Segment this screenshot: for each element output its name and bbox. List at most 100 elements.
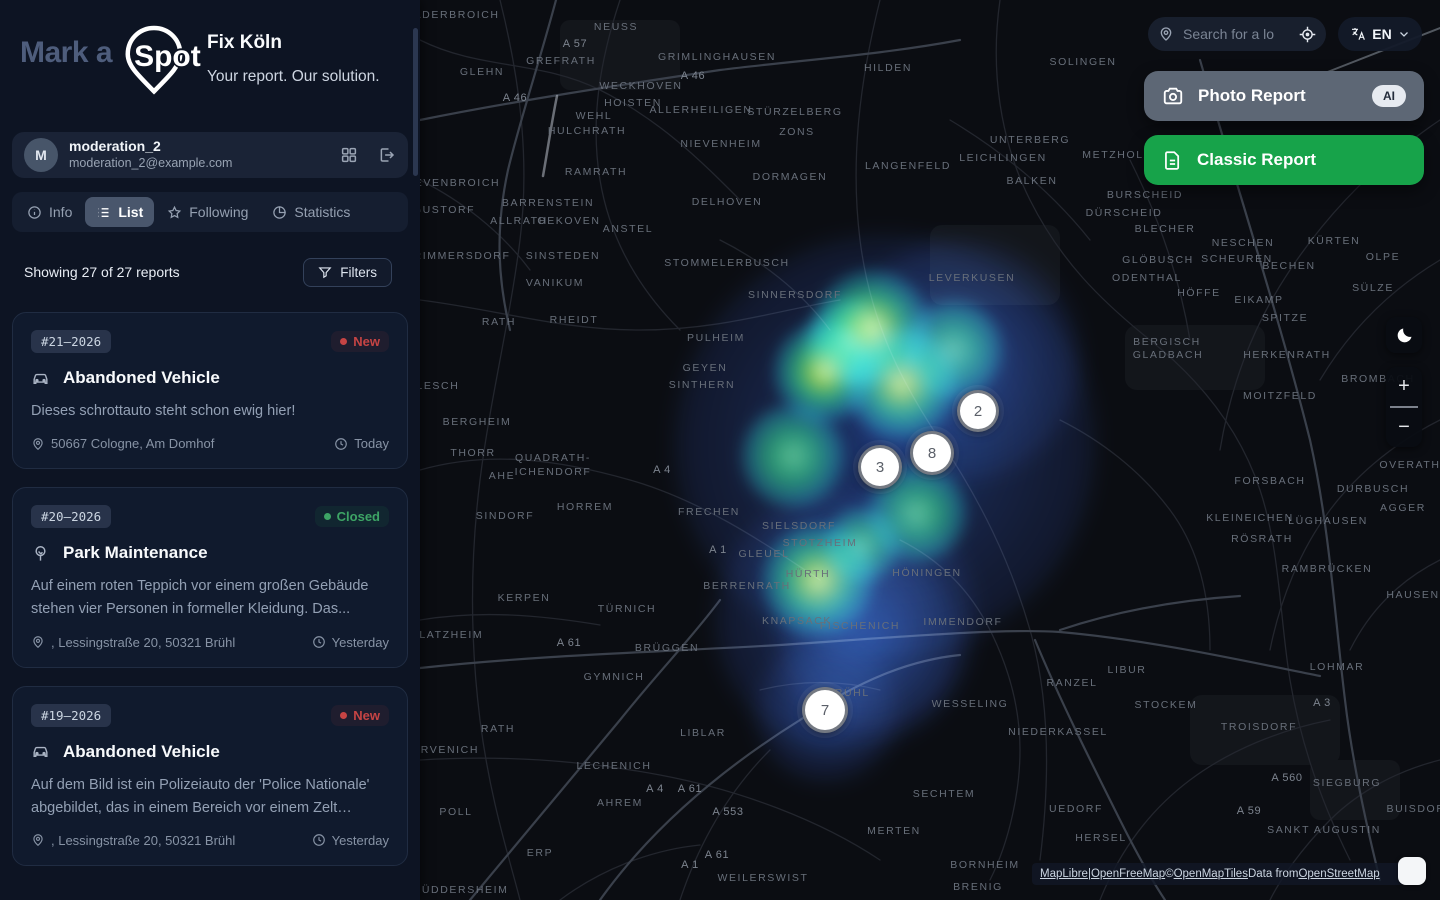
map-attribution: MapLibre | OpenFreeMap © OpenMapTiles Da…	[1032, 863, 1404, 885]
logo-text-mark-a: Mark a	[20, 36, 112, 70]
tab-list[interactable]: List	[85, 197, 154, 227]
classic-report-label: Classic Report	[1197, 150, 1316, 170]
list-icon	[96, 205, 111, 220]
status-label: New	[353, 334, 380, 349]
ai-badge: AI	[1372, 85, 1406, 107]
report-address: , Lessingstraße 20, 50321 Brühl	[51, 833, 235, 848]
location-search[interactable]	[1148, 17, 1326, 51]
clock-icon	[312, 635, 326, 649]
attribution-toggle-button[interactable]	[1398, 857, 1426, 885]
tab-list-label: List	[118, 204, 143, 220]
cluster-marker[interactable]: 3	[858, 445, 902, 489]
map-pin-icon	[1158, 26, 1174, 42]
locate-icon[interactable]	[1299, 26, 1316, 43]
status-badge: New	[331, 705, 389, 726]
report-id-badge: #21–2026	[31, 330, 111, 353]
attribution-text: Data from	[1248, 868, 1299, 880]
logout-icon[interactable]	[378, 146, 396, 164]
star-icon	[167, 205, 182, 220]
app-logo: Mark a Spot	[20, 22, 192, 100]
site-title: Fix Köln	[207, 32, 380, 54]
status-badge: Closed	[315, 506, 389, 527]
car-icon	[31, 369, 50, 388]
cluster-marker[interactable]: 8	[910, 431, 954, 475]
info-icon	[27, 205, 42, 220]
classic-report-button[interactable]: Classic Report	[1144, 135, 1424, 185]
user-card: M moderation_2 moderation_2@example.com	[12, 132, 408, 178]
site-subtitle: Your report. Our solution.	[207, 68, 380, 86]
cluster-marker[interactable]: 2	[957, 390, 999, 432]
funnel-icon	[318, 265, 332, 279]
report-card[interactable]: #19–2026 New Abandoned Vehicle Auf dem B…	[12, 686, 408, 866]
photo-report-label: Photo Report	[1198, 86, 1306, 106]
report-card[interactable]: #21–2026 New Abandoned Vehicle Dieses sc…	[12, 312, 408, 469]
map-pin-icon	[31, 635, 45, 649]
camera-icon	[1162, 85, 1184, 107]
sidebar: Mark a Spot Fix Köln Your report. Our so…	[0, 0, 420, 900]
filters-button[interactable]: Filters	[303, 258, 392, 287]
moon-icon	[1395, 326, 1414, 345]
zoom-out-button[interactable]: −	[1386, 408, 1422, 447]
report-address: , Lessingstraße 20, 50321 Brühl	[51, 635, 235, 650]
document-icon	[1162, 150, 1183, 171]
photo-report-button[interactable]: Photo Report AI	[1144, 71, 1424, 121]
sidebar-tabbar: Info List Following Statistics	[12, 192, 408, 232]
user-name: moderation_2	[69, 138, 232, 156]
dashboard-grid-icon[interactable]	[340, 146, 358, 164]
report-description: Auf dem Bild ist ein Polizeiauto der 'Po…	[31, 774, 389, 820]
cluster-marker[interactable]: 7	[802, 687, 848, 733]
tab-statistics-label: Statistics	[294, 204, 350, 220]
report-description: Dieses schrottauto steht schon ewig hier…	[31, 400, 389, 423]
attribution-link[interactable]: OpenMapTiles	[1174, 868, 1248, 880]
tab-info[interactable]: Info	[16, 197, 83, 227]
chevron-down-icon	[1398, 28, 1410, 40]
search-input[interactable]	[1181, 25, 1292, 43]
report-title: Abandoned Vehicle	[63, 742, 220, 762]
logo-pin-icon: Spot	[114, 22, 192, 100]
status-dot-icon	[324, 513, 331, 520]
language-code: EN	[1372, 26, 1391, 42]
attribution-link[interactable]: OpenFreeMap	[1091, 868, 1165, 880]
report-description: Auf einem roten Teppich vor einem großen…	[31, 575, 389, 621]
status-label: New	[353, 708, 380, 723]
tab-following[interactable]: Following	[156, 197, 259, 227]
map-pin-icon	[31, 437, 45, 451]
attribution-link[interactable]: OpenStreetMap	[1298, 868, 1379, 880]
language-selector[interactable]: EN	[1338, 17, 1422, 51]
report-date: Today	[354, 436, 389, 451]
status-badge: New	[331, 331, 389, 352]
clock-icon	[334, 437, 348, 451]
tab-statistics[interactable]: Statistics	[261, 197, 361, 227]
car-icon	[31, 742, 50, 761]
report-id-badge: #19–2026	[31, 704, 111, 727]
report-title: Park Maintenance	[63, 543, 208, 563]
status-dot-icon	[340, 338, 347, 345]
report-list: #21–2026 New Abandoned Vehicle Dieses sc…	[12, 312, 408, 884]
tab-following-label: Following	[189, 204, 248, 220]
report-date: Yesterday	[332, 635, 389, 650]
tab-info-label: Info	[49, 204, 72, 220]
report-card[interactable]: #20–2026 Closed Park Maintenance Auf ein…	[12, 487, 408, 667]
status-dot-icon	[340, 712, 347, 719]
report-date: Yesterday	[332, 833, 389, 848]
logo-text-spot: Spot	[134, 40, 201, 74]
tree-icon	[31, 544, 50, 563]
filters-label: Filters	[340, 265, 377, 280]
avatar: M	[24, 138, 58, 172]
dark-mode-toggle[interactable]	[1386, 317, 1422, 353]
attribution-text: ©	[1165, 868, 1173, 880]
pie-chart-icon	[272, 205, 287, 220]
report-id-badge: #20–2026	[31, 505, 111, 528]
attribution-link[interactable]: MapLibre	[1040, 868, 1088, 880]
translate-icon	[1350, 26, 1366, 42]
report-address: 50667 Cologne, Am Domhof	[51, 436, 214, 451]
report-title: Abandoned Vehicle	[63, 368, 220, 388]
zoom-in-button[interactable]: +	[1386, 367, 1422, 406]
clock-icon	[312, 833, 326, 847]
map-pin-icon	[31, 833, 45, 847]
map-zoom-control: + −	[1386, 367, 1422, 447]
status-label: Closed	[337, 509, 380, 524]
user-email: moderation_2@example.com	[69, 156, 232, 172]
sidebar-scrollbar[interactable]	[413, 28, 418, 176]
report-count-summary: Showing 27 of 27 reports	[24, 264, 180, 280]
